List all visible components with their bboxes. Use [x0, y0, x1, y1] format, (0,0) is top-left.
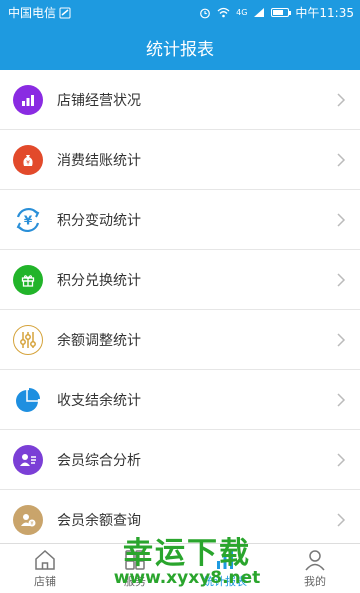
bottom-tab-bar: 店铺 服务 统计报表 我的 [0, 543, 360, 593]
tab-label: 店铺 [34, 574, 56, 588]
menu-item-label: 会员综合分析 [57, 452, 141, 469]
member-balance-icon: ¥ [13, 504, 43, 535]
tab-label: 我的 [304, 574, 326, 588]
menu-item-store-status[interactable]: 店铺经营状况 [0, 70, 360, 130]
chevron-right-icon [337, 273, 346, 287]
yen-exchange-icon: ¥ [13, 204, 43, 235]
adjust-icon [13, 324, 43, 355]
tab-mine[interactable]: 我的 [270, 544, 360, 593]
person-icon [305, 549, 325, 570]
money-bag-icon: ¥ [13, 144, 43, 175]
alarm-icon [200, 8, 211, 18]
tab-service[interactable]: 服务 [90, 544, 180, 593]
clock-label: 中午11:35 [295, 6, 354, 20]
chevron-right-icon [337, 393, 346, 407]
chevron-right-icon [337, 453, 346, 467]
sim-icon [59, 7, 71, 18]
menu-item-label: 余额调整统计 [57, 332, 141, 349]
report-menu-list: 店铺经营状况 ¥ 消费结账统计 ¥ 积分变动统计 积分兑换统计 余额调整统计 收… [0, 70, 360, 550]
svg-text:¥: ¥ [24, 213, 33, 227]
chevron-right-icon [337, 333, 346, 347]
tab-statistics[interactable]: 统计报表 [180, 544, 270, 593]
chart-icon [217, 550, 233, 569]
menu-item-label: 收支结余统计 [57, 392, 141, 409]
svg-text:¥: ¥ [26, 159, 30, 166]
member-card-icon [13, 444, 43, 475]
status-bar: 中国电信 4G 中午11:35 [0, 0, 360, 24]
signal-icon [254, 8, 265, 17]
chevron-right-icon [337, 513, 346, 527]
chevron-right-icon [337, 153, 346, 167]
tab-store[interactable]: 店铺 [0, 544, 90, 593]
menu-item-income-expense[interactable]: 收支结余统计 [0, 370, 360, 430]
battery-icon [271, 8, 292, 17]
chevron-right-icon [337, 213, 346, 227]
svg-text:¥: ¥ [30, 521, 33, 527]
tab-label: 统计报表 [203, 574, 247, 588]
menu-item-points-change[interactable]: ¥ 积分变动统计 [0, 190, 360, 250]
carrier-label: 中国电信 [8, 6, 57, 20]
menu-item-points-redeem[interactable]: 积分兑换统计 [0, 250, 360, 310]
menu-item-label: 会员余额查询 [57, 512, 141, 529]
network-type-label: 4G [236, 8, 248, 17]
menu-item-label: 积分兑换统计 [57, 272, 141, 289]
menu-item-member-analysis[interactable]: 会员综合分析 [0, 430, 360, 490]
grid-icon [125, 549, 145, 570]
tab-label: 服务 [124, 574, 146, 588]
chevron-right-icon [337, 93, 346, 107]
app-header: 统计报表 [0, 24, 360, 70]
menu-item-label: 积分变动统计 [57, 212, 141, 229]
home-icon [35, 549, 55, 570]
menu-item-member-balance[interactable]: ¥ 会员余额查询 [0, 490, 360, 550]
wifi-icon [217, 7, 230, 18]
menu-item-consumption-checkout[interactable]: ¥ 消费结账统计 [0, 130, 360, 190]
page-title: 统计报表 [146, 39, 214, 60]
pie-chart-icon [13, 384, 43, 415]
menu-item-label: 店铺经营状况 [57, 92, 141, 109]
menu-item-label: 消费结账统计 [57, 152, 141, 169]
gift-icon [13, 264, 43, 295]
bar-chart-icon [13, 84, 43, 115]
menu-item-balance-adjust[interactable]: 余额调整统计 [0, 310, 360, 370]
